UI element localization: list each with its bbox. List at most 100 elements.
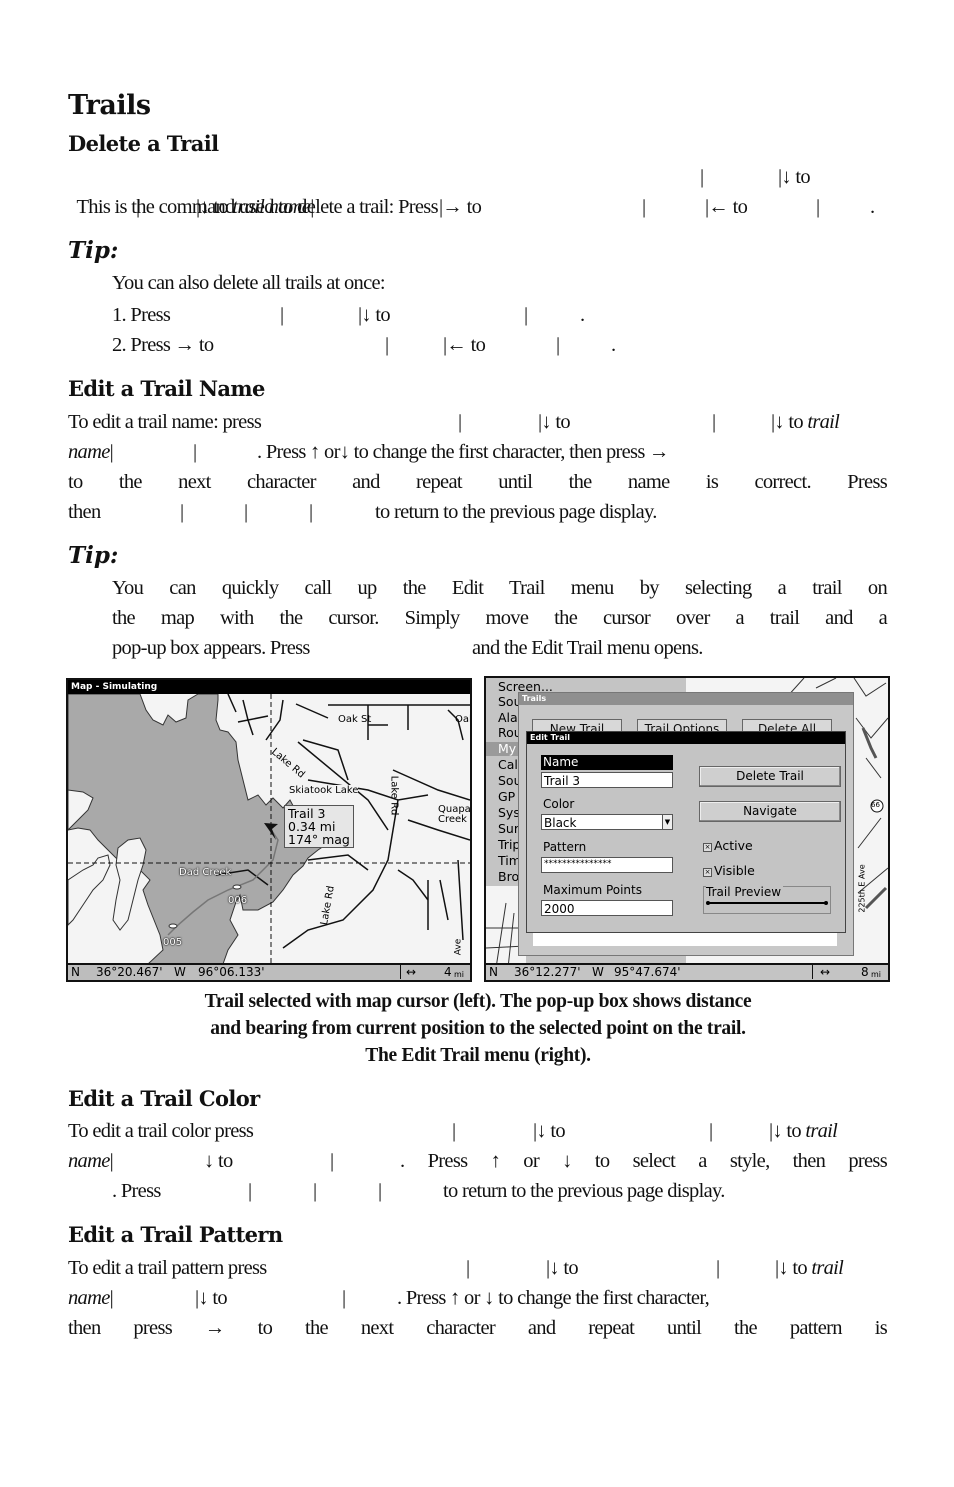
menu-item[interactable]: Trip: [498, 838, 520, 852]
menu-item[interactable]: Sys: [498, 806, 520, 820]
figure-caption: Trail selected with map cursor (left). T…: [68, 988, 888, 1069]
map-label: Oal: [455, 714, 472, 725]
name-field[interactable]: Trail 3: [541, 772, 673, 788]
separator: |: [180, 501, 184, 523]
map-screenshot: Map - Simulating Oak St Oal Lake Rd Skia…: [66, 678, 472, 982]
text: |↓ to: [196, 196, 233, 218]
italic-text: trail name: [232, 196, 311, 218]
separator: |: [309, 501, 313, 523]
arrow-text: |↓ to: [778, 166, 811, 188]
text: . Press ↑ or↓ to change the first charac…: [257, 441, 670, 463]
arrow-text: |↓ to: [538, 411, 571, 433]
delete-trail-button[interactable]: Delete Trail: [699, 766, 841, 787]
separator: |: [244, 501, 248, 523]
text: . Press: [112, 1180, 161, 1202]
arrow-text: |→ to: [439, 196, 482, 218]
waypoint-icon: [168, 923, 178, 929]
name-label: Name: [541, 755, 673, 770]
lat-hemisphere: N: [71, 965, 80, 979]
text: to the next character and repeat until t…: [68, 471, 888, 493]
separator: |: [712, 411, 716, 433]
color-select[interactable]: Black ▼: [541, 814, 673, 830]
menu-item[interactable]: GP: [498, 790, 515, 804]
lon-hemisphere: W: [174, 965, 186, 979]
italic-text: name: [68, 1287, 110, 1309]
window-title: Map - Simulating: [68, 680, 470, 694]
active-checkbox[interactable]: × Active: [703, 838, 753, 853]
arrow-text: |↓ to trail: [775, 1253, 844, 1283]
lat-hemisphere: N: [489, 965, 498, 979]
edit-trail-title: Edit Trail: [527, 732, 845, 744]
pattern-field[interactable]: ***************: [541, 857, 673, 873]
text: |↓ to: [771, 411, 808, 433]
text: To edit a trail name: press: [68, 411, 262, 433]
tip-intro: You can also delete all trails at once:: [112, 272, 386, 294]
visible-checkbox[interactable]: × Visible: [703, 863, 755, 878]
separator: |: [716, 1257, 720, 1279]
pattern-label: Pattern: [543, 840, 587, 854]
italic-text: trail: [811, 1257, 844, 1279]
separator: |: [700, 166, 704, 188]
text: You can quickly call up the Edit Trail m…: [112, 577, 888, 599]
checkbox-checked-icon[interactable]: ×: [703, 868, 712, 877]
italic-text: name|: [68, 1146, 114, 1176]
menu-item[interactable]: Sur: [498, 822, 519, 836]
separator: |: [109, 1287, 114, 1309]
trail-popup[interactable]: Trail 3 0.34 mi 174° mag: [284, 805, 354, 848]
italic-text: name|: [68, 437, 114, 467]
period: .: [870, 196, 875, 218]
separator: |: [313, 1180, 317, 1202]
zoom-range-icon: ↔: [820, 965, 831, 979]
text: then press → to the next character and r…: [68, 1317, 888, 1339]
tip-step-2: 2. Press → to: [112, 334, 214, 356]
caption-line: The Edit Trail menu (right).: [365, 1045, 591, 1066]
arrow-text: |↓ to: [358, 304, 391, 326]
section-heading-edit-color: Edit a Trail Color: [68, 1086, 260, 1111]
arrow-text: |↓ to trail: [769, 1116, 838, 1146]
trails-window-title: Trails: [519, 693, 853, 705]
max-points-field[interactable]: 2000: [541, 900, 673, 916]
map-label: Oak St: [338, 714, 372, 725]
zoom-range-icon: ↔: [406, 965, 417, 979]
navigate-button[interactable]: Navigate: [699, 801, 841, 822]
road-label: 225th E Ave: [857, 864, 867, 913]
text: |↓ to: [775, 1257, 812, 1279]
edit-trail-dialog: Edit Trail Name Trail 3 Color Black ▼ Pa…: [526, 731, 846, 933]
text: then: [68, 501, 101, 523]
menu-item[interactable]: Cal: [498, 758, 518, 772]
map-label: Dad Creek: [179, 867, 232, 878]
text: and the Edit Trail menu opens.: [472, 637, 703, 659]
tip-label: Tip:: [68, 237, 119, 264]
menu-item[interactable]: Ala: [498, 711, 518, 725]
text: pop-up box appears. Press: [112, 637, 310, 659]
text: to return to the previous page display.: [443, 1180, 725, 1202]
zoom-value: 8: [861, 965, 869, 979]
separator: |: [280, 304, 284, 326]
color-value: Black: [544, 816, 577, 830]
text: To edit a trail pattern press: [68, 1257, 267, 1279]
separator: |: [248, 1180, 252, 1202]
checkbox-checked-icon[interactable]: ×: [703, 843, 712, 852]
visible-label: Visible: [714, 863, 755, 878]
status-bar: N 36°12.277' W 95°47.674' ↔ 8 mi: [486, 963, 888, 980]
separator: |: [452, 1120, 456, 1142]
arrow-text: |↓ to: [546, 1257, 579, 1279]
arrow-text: |← to: [705, 196, 748, 218]
lon-hemisphere: W: [592, 965, 604, 979]
text: the map with the cursor. Simply move the…: [112, 607, 888, 629]
edit-trail-screenshot: 66 225th E Ave Screen... Sou Ala Rou My …: [484, 676, 890, 982]
text: . Press ↑ or ↓ to select a style, then p…: [400, 1150, 888, 1172]
longitude: 96°06.133': [198, 965, 265, 979]
menu-item[interactable]: Bro: [498, 870, 519, 884]
max-points-label: Maximum Points: [543, 883, 642, 897]
caption-line: Trail selected with map cursor (left). T…: [204, 991, 752, 1012]
waypoint-label: 006: [228, 895, 248, 906]
separator: |: [642, 196, 646, 218]
zoom-unit: mi: [454, 970, 465, 979]
tip-label: Tip:: [68, 542, 119, 569]
map-label: Skiatook Lake: [289, 785, 359, 796]
separator: |: [385, 334, 389, 356]
caption-line: and bearing from current position to the…: [210, 1018, 746, 1039]
italic-text: trail: [805, 1120, 838, 1142]
chevron-down-icon[interactable]: ▼: [662, 815, 672, 829]
